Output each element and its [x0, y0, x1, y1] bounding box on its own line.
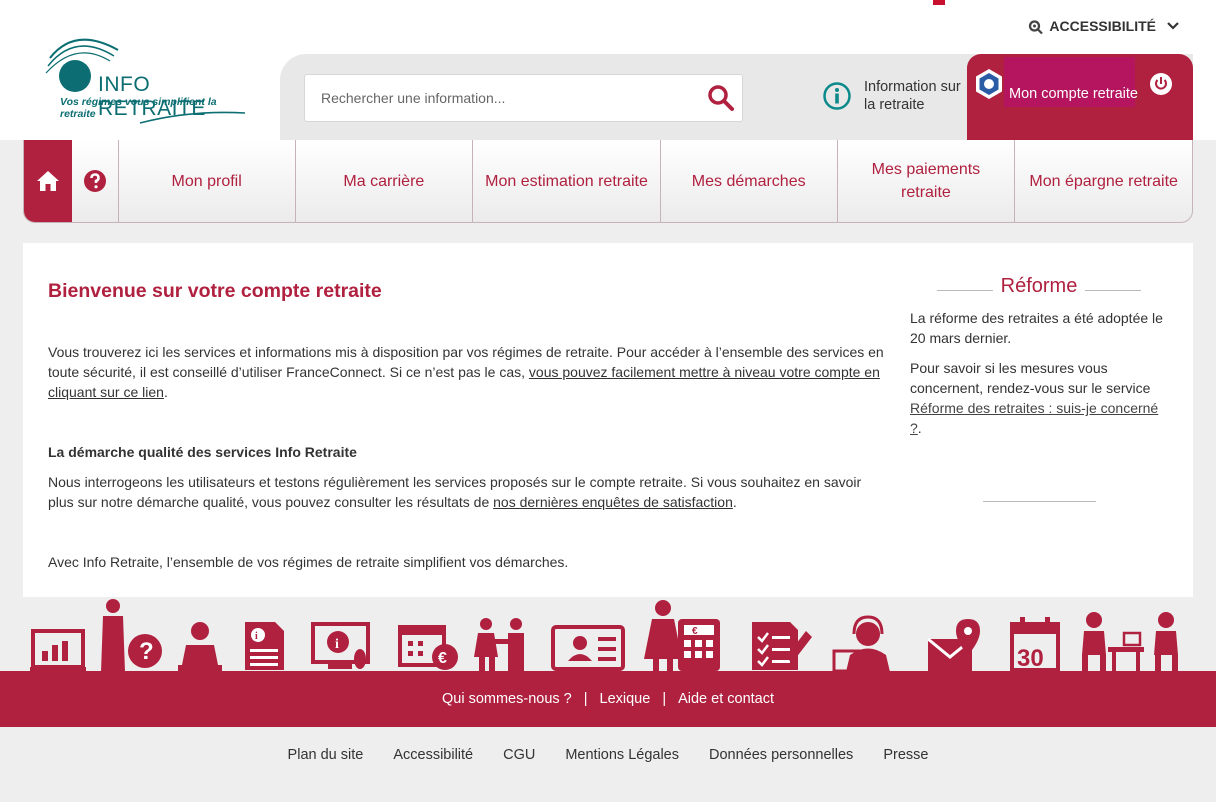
svg-text:i: i: [335, 637, 339, 652]
footer-link-qui-sommes-nous[interactable]: Qui sommes-nous ?: [442, 691, 572, 707]
accessibility-label: ACCESSIBILITÉ: [1049, 18, 1156, 34]
accessibility-gear-icon: [1029, 20, 1044, 35]
handshake-icon: [474, 618, 524, 672]
reform-end: .: [917, 420, 922, 436]
main-navigation: Mon profil Ma carrière Mon estimation re…: [23, 140, 1193, 223]
quality-text: Nous interrogeons les utilisateurs et te…: [48, 474, 862, 510]
subfooter-link-accessibilite[interactable]: Accessibilité: [393, 747, 473, 802]
mail-location-icon: [927, 619, 980, 671]
desk-worker-icon: [178, 622, 222, 671]
top-accent-mark: [933, 0, 945, 5]
intro-end: .: [163, 384, 168, 400]
search-icon[interactable]: [706, 83, 736, 113]
svg-text:i: i: [255, 631, 258, 642]
footer-separator: |: [583, 691, 588, 707]
header-toolbar: Information sur la retraite Mon compte r…: [280, 54, 1193, 140]
info-computer-icon: i: [311, 622, 370, 669]
franceconnect-icon: [976, 69, 1002, 99]
footer-link-lexique[interactable]: Lexique: [600, 691, 651, 707]
subfooter-link-plan-du-site[interactable]: Plan du site: [288, 747, 364, 802]
subfooter-link-mentions-legales[interactable]: Mentions Légales: [565, 747, 679, 802]
quality-title: La démarche qualité des services Info Re…: [48, 444, 357, 460]
info-link-label: Information sur la retraite: [864, 79, 961, 113]
nav-home-button[interactable]: [24, 140, 72, 222]
calendar-euro-icon: €: [398, 625, 458, 670]
title-rule-right: [1085, 290, 1142, 291]
reform-title-row: Réforme: [910, 275, 1168, 298]
quality-end: .: [732, 494, 737, 510]
reform-title: Réforme: [1000, 275, 1078, 297]
subfooter-link-presse[interactable]: Presse: [883, 747, 928, 802]
footer-separator: |: [662, 691, 667, 707]
sidebar-bottom-rule: [983, 501, 1096, 502]
page-title: Bienvenue sur votre compte retraite: [48, 280, 382, 302]
info-document-icon: i: [245, 622, 284, 670]
info-retraite-logo[interactable]: INFO RETRAITE Vos régimes vous simplifie…: [40, 28, 255, 128]
chevron-down-icon: [1167, 22, 1179, 30]
reform-paragraph-1: La réforme des retraites a été adoptée l…: [910, 310, 1163, 346]
reform-service-link[interactable]: Réforme des retraites : suis-je concerné…: [910, 400, 1158, 436]
power-icon[interactable]: [1149, 72, 1173, 96]
satisfaction-surveys-link[interactable]: nos dernières enquêtes de satisfaction: [493, 494, 733, 510]
reform-sidebar: Réforme La réforme des retraites a été a…: [910, 275, 1168, 502]
question-circle-icon: [83, 170, 106, 192]
svg-text:€: €: [438, 650, 447, 667]
search-input[interactable]: [305, 75, 695, 121]
calendar-30-icon: 30: [1010, 617, 1060, 672]
quality-paragraph: Nous interrogeons les utilisateurs et te…: [48, 472, 888, 512]
calendar-day-text: 30: [1017, 645, 1044, 672]
footer-link-aide-contact[interactable]: Aide et contact: [678, 691, 774, 707]
sub-footer: Plan du site Accessibilité CGU Mentions …: [0, 727, 1216, 802]
search-box: [304, 74, 743, 122]
info-circle-icon: [823, 82, 851, 110]
closing-paragraph: Avec Info Retraite, l’ensemble de vos ré…: [48, 554, 569, 570]
id-card-icon: [551, 625, 625, 671]
footer-bar: Qui sommes-nous ? | Lexique | Aide et co…: [0, 671, 1216, 727]
info-retraite-link[interactable]: Information sur la retraite: [822, 78, 964, 114]
illustration-strip: ? i i € € 30: [30, 599, 1178, 672]
thinking-person-icon: ?: [101, 599, 162, 672]
reform-text: Pour savoir si les mesures vous concerne…: [910, 360, 1151, 396]
checklist-icon: [752, 622, 812, 670]
svg-text:€: €: [692, 626, 698, 637]
subfooter-link-cgu[interactable]: CGU: [503, 747, 535, 802]
nav-item-mes-demarches[interactable]: Mes démarches: [661, 140, 838, 222]
nav-item-mon-profil[interactable]: Mon profil: [119, 140, 296, 222]
nav-item-mon-epargne[interactable]: Mon épargne retraite: [1015, 140, 1192, 222]
home-icon: [36, 171, 59, 191]
account-label: Mon compte retraite: [1009, 86, 1138, 102]
intro-paragraph: Vous trouverez ici les services et infor…: [48, 342, 888, 402]
subfooter-link-donnees-personnelles[interactable]: Données personnelles: [709, 747, 853, 802]
logo-tagline: Vos régimes vous simplifient la retraite: [60, 96, 217, 120]
title-rule-left: [936, 290, 993, 291]
chart-screen-icon: [30, 629, 86, 672]
support-agent-icon: [832, 615, 890, 672]
nav-item-mon-estimation[interactable]: Mon estimation retraite: [473, 140, 661, 222]
nav-item-ma-carriere[interactable]: Ma carrière: [296, 140, 474, 222]
nav-help-button[interactable]: [72, 140, 119, 222]
reform-paragraph-2: Pour savoir si les mesures vous concerne…: [910, 358, 1168, 438]
meeting-desk-icon: [1082, 612, 1178, 672]
nav-item-mes-paiements[interactable]: Mes paiements retraite: [838, 140, 1016, 222]
svg-text:?: ?: [139, 638, 154, 665]
account-button[interactable]: Mon compte retraite: [967, 54, 1193, 140]
person-calculator-icon: €: [644, 600, 720, 672]
accessibility-menu[interactable]: ACCESSIBILITÉ: [1027, 17, 1180, 35]
main-content: Bienvenue sur votre compte retraite Vous…: [23, 243, 1193, 597]
